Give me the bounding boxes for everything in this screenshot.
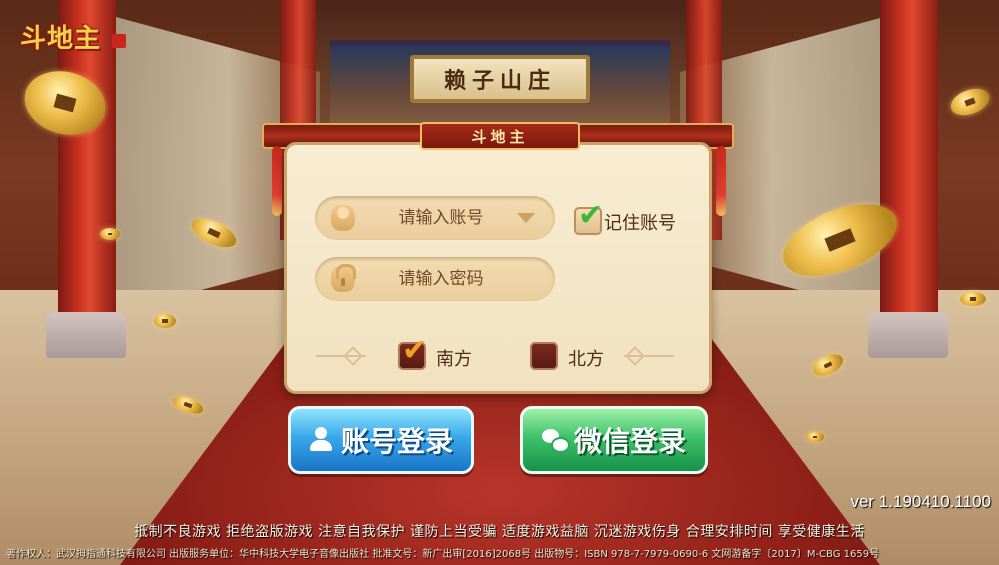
panel-title: 斗地主: [420, 122, 580, 150]
hall-plaque: 赖子山庄: [410, 55, 590, 103]
pillar-base-right: [868, 312, 948, 358]
lock-icon: [331, 264, 356, 292]
password-field[interactable]: [315, 257, 555, 301]
ornament-right: [624, 346, 674, 366]
region-south-checkbox[interactable]: ✔: [398, 336, 427, 370]
coin-icon: [806, 432, 824, 442]
tassel-left: [272, 146, 282, 216]
password-input[interactable]: [367, 257, 515, 301]
wechat-login-button[interactable]: 微信登录: [520, 406, 708, 474]
region-north-checkbox[interactable]: [530, 342, 558, 370]
pillar-base-left: [46, 312, 126, 358]
game-logo: 斗地主: [20, 18, 126, 62]
chevron-down-icon[interactable]: [517, 213, 535, 223]
region-south-label[interactable]: 南方: [436, 345, 472, 371]
check-icon: ✔: [578, 198, 604, 233]
remember-account-checkbox[interactable]: ✔: [574, 201, 603, 235]
coin-icon: [154, 314, 176, 328]
region-north-label[interactable]: 北方: [568, 345, 604, 371]
wechat-icon: [541, 427, 570, 453]
coin-icon: [947, 83, 993, 121]
tassel-right: [716, 146, 726, 216]
wechat-login-label: 微信登录: [573, 425, 686, 458]
version-label: ver 1.190410.1100: [850, 492, 991, 511]
coin-icon: [960, 292, 986, 306]
logo-seal: [112, 34, 126, 48]
health-advisory: 抵制不良游戏 拒绝盗版游戏 注意自我保护 谨防上当受骗 适度游戏益脑 沉迷游戏伤…: [134, 524, 865, 540]
account-login-button[interactable]: 账号登录: [288, 406, 474, 474]
person-icon: [309, 427, 333, 453]
account-field[interactable]: [315, 196, 555, 240]
copyright-notice: 著作权人：武汉拇指通科技有限公司 出版服务单位：华中科技大学电子音像出版社 批准…: [6, 549, 880, 560]
user-icon: [331, 205, 355, 231]
account-login-label: 账号登录: [340, 425, 453, 458]
coin-icon: [100, 228, 120, 240]
ornament-left: [316, 346, 366, 366]
remember-account-label[interactable]: 记住账号: [604, 209, 676, 235]
logo-text: 斗地主: [20, 24, 102, 54]
account-input[interactable]: [367, 196, 515, 240]
check-icon: ✔: [402, 333, 428, 368]
pillar-right: [880, 0, 938, 330]
